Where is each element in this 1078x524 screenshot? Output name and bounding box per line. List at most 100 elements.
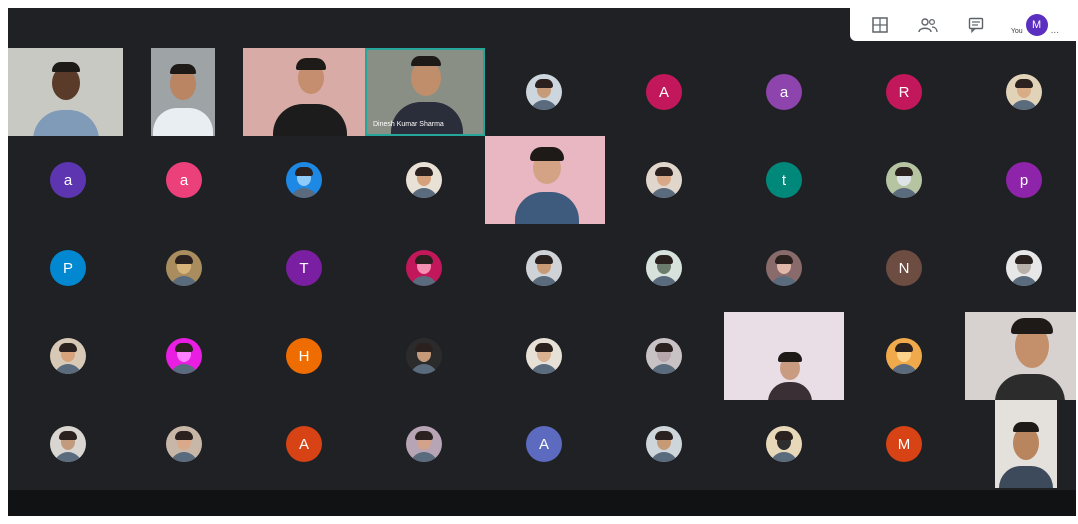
participant-photo-avatar (166, 338, 202, 374)
participant-tile[interactable] (844, 136, 964, 224)
participant-tile[interactable] (244, 136, 364, 224)
participant-initial-avatar: A (646, 74, 682, 110)
participant-hair (1011, 318, 1053, 334)
participant-video-tile[interactable] (724, 312, 844, 400)
participant-tile[interactable] (604, 400, 724, 488)
participant-tile[interactable] (364, 400, 484, 488)
participant-photo-avatar (1006, 250, 1042, 286)
avatar-shoulders (770, 452, 798, 462)
avatar-hair (415, 167, 433, 176)
participant-tile[interactable] (364, 224, 484, 312)
participant-video-tile[interactable] (995, 400, 1057, 488)
avatar-shoulders (170, 452, 198, 462)
participant-tile[interactable] (124, 312, 244, 400)
avatar-shoulders (650, 188, 678, 198)
participant-tile[interactable]: R (844, 48, 964, 136)
participant-tile[interactable]: M (844, 400, 964, 488)
participant-hair (296, 58, 326, 70)
avatar-shoulders (890, 364, 918, 374)
participant-photo-avatar (50, 426, 86, 462)
avatar-hair (535, 255, 553, 264)
participant-initial-avatar: T (286, 250, 322, 286)
participant-tile[interactable]: A (244, 400, 364, 488)
participant-initial-avatar: A (286, 426, 322, 462)
participant-photo-avatar (1006, 74, 1042, 110)
avatar-hair (655, 167, 673, 176)
participant-tile[interactable] (964, 48, 1076, 136)
avatar-hair (415, 431, 433, 440)
participant-tile[interactable]: a (8, 136, 128, 224)
participant-tile[interactable]: a (724, 48, 844, 136)
participant-initial-avatar: a (50, 162, 86, 198)
chat-icon[interactable] (963, 12, 989, 38)
participant-video-tile[interactable] (965, 312, 1076, 400)
participant-tile[interactable] (8, 312, 128, 400)
participant-tile[interactable] (604, 224, 724, 312)
participant-photo-avatar (646, 162, 682, 198)
participant-tile[interactable]: H (244, 312, 364, 400)
avatar-shoulders (170, 276, 198, 286)
participant-photo-avatar (166, 426, 202, 462)
participant-tile[interactable]: A (604, 48, 724, 136)
participant-tile[interactable] (964, 224, 1076, 312)
participant-tile[interactable]: p (964, 136, 1076, 224)
participant-tile[interactable] (364, 312, 484, 400)
avatar-hair (895, 167, 913, 176)
avatar-hair (415, 255, 433, 264)
participant-tile[interactable] (484, 224, 604, 312)
layout-grid-icon[interactable] (867, 12, 893, 38)
more-options-icon[interactable]: ... (1051, 25, 1059, 36)
participant-tile[interactable] (724, 400, 844, 488)
avatar-shoulders (170, 364, 198, 374)
participant-tile[interactable] (364, 136, 484, 224)
avatar-shoulders (530, 276, 558, 286)
participant-tile[interactable]: P (8, 224, 128, 312)
participant-initial-avatar: a (766, 74, 802, 110)
participant-initial-avatar: M (886, 426, 922, 462)
self-view[interactable]: You M ... (1011, 13, 1059, 36)
participant-hair (1013, 422, 1039, 432)
participant-tile[interactable]: a (124, 136, 244, 224)
avatar-hair (655, 255, 673, 264)
participant-video-tile[interactable] (8, 48, 123, 136)
participant-photo-avatar (886, 162, 922, 198)
participant-initial-avatar: t (766, 162, 802, 198)
participant-photo-avatar (766, 250, 802, 286)
avatar-shoulders (290, 188, 318, 198)
participant-photo-avatar (406, 338, 442, 374)
participant-tile[interactable] (124, 400, 244, 488)
participant-tile[interactable] (484, 312, 604, 400)
avatar-hair (175, 255, 193, 264)
avatar-shoulders (410, 452, 438, 462)
avatar-shoulders (410, 276, 438, 286)
participant-photo-avatar (766, 426, 802, 462)
participant-tile[interactable] (484, 48, 604, 136)
participant-tile[interactable] (604, 312, 724, 400)
avatar-hair (295, 167, 313, 176)
avatar-shoulders (530, 100, 558, 110)
participant-tile[interactable] (124, 224, 244, 312)
participant-tile[interactable]: T (244, 224, 364, 312)
avatar-shoulders (1010, 276, 1038, 286)
participant-video-tile-active-speaker[interactable]: Dinesh Kumar Sharma (365, 48, 485, 136)
participant-photo-avatar (406, 426, 442, 462)
participant-tile[interactable]: t (724, 136, 844, 224)
participant-photo-avatar (50, 338, 86, 374)
participant-tile[interactable] (8, 400, 128, 488)
participant-initial-avatar: a (166, 162, 202, 198)
participant-video-tile[interactable] (485, 136, 605, 224)
participant-photo-avatar (406, 250, 442, 286)
avatar-hair (59, 431, 77, 440)
participant-tile[interactable] (724, 224, 844, 312)
participant-photo-avatar (646, 426, 682, 462)
participant-tile[interactable] (844, 312, 964, 400)
participant-tile[interactable]: N (844, 224, 964, 312)
participant-hair (170, 64, 196, 74)
participant-video-tile[interactable] (151, 48, 215, 136)
participant-tile[interactable]: A (484, 400, 604, 488)
avatar-hair (1015, 79, 1033, 88)
participant-tile[interactable] (604, 136, 724, 224)
people-icon[interactable] (915, 12, 941, 38)
participant-video-tile[interactable] (243, 48, 365, 136)
participant-photo-avatar (406, 162, 442, 198)
